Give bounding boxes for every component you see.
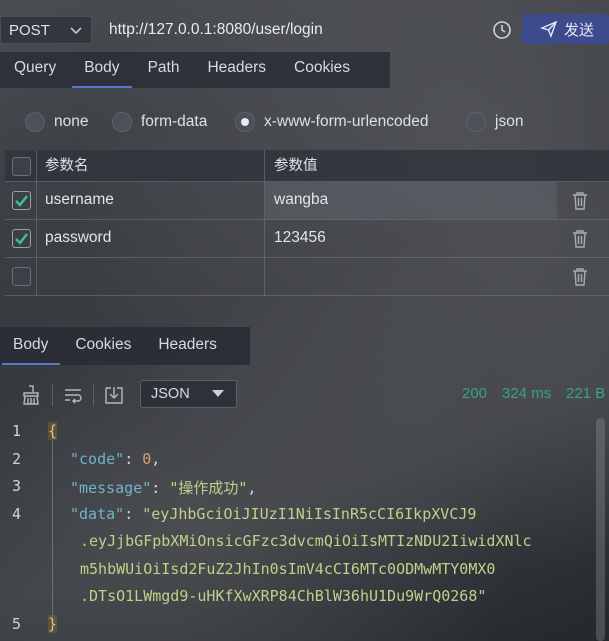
clock-icon[interactable] — [492, 20, 512, 40]
response-code-viewer[interactable]: 1 2 3 4 5 { "code": 0, "message": "操作成功"… — [0, 418, 609, 641]
radio-label: form-data — [141, 113, 208, 130]
radio-dot — [466, 112, 486, 132]
format-select[interactable]: JSON — [140, 380, 237, 408]
tab-headers[interactable]: Headers — [193, 52, 280, 88]
response-tab-cookies[interactable]: Cookies — [62, 327, 145, 365]
radio-form-data[interactable]: form-data — [112, 112, 207, 132]
trash-icon[interactable] — [571, 220, 595, 258]
param-name-input[interactable]: password — [37, 220, 265, 258]
trash-icon[interactable] — [571, 258, 595, 296]
request-tabs: Query Body Path Headers Cookies — [0, 52, 390, 88]
param-value-input[interactable]: wangba — [265, 182, 557, 220]
response-tab-headers[interactable]: Headers — [145, 327, 231, 365]
param-value-input[interactable]: 123456 — [265, 220, 557, 258]
body-type-group: none form-data x-www-form-urlencoded jso… — [0, 108, 609, 138]
json-value: 0 — [142, 450, 152, 468]
line-number: 3 — [12, 477, 22, 495]
row-checkbox[interactable] — [12, 229, 31, 248]
json-value: "eyJhbGciOiJIUzI1NiIsInR5cCI6IkpXVCJ9 — [142, 505, 477, 523]
radio-label: none — [54, 113, 89, 130]
response-tab-body[interactable]: Body — [0, 327, 62, 365]
json-open-brace: { — [48, 422, 58, 440]
json-key: "code" — [70, 450, 125, 468]
radio-json[interactable]: json — [466, 112, 523, 132]
response-toolbar: JSON 200 324 ms 221 B — [0, 378, 609, 410]
radio-none[interactable]: none — [25, 112, 88, 132]
tab-path[interactable]: Path — [134, 52, 194, 88]
row-checkbox[interactable] — [12, 267, 31, 286]
radio-dot — [25, 112, 45, 132]
json-key: "message" — [70, 479, 152, 497]
json-value-continued: m5hbWUiOiIsd2FuZ2JhIn0sImV4cCI6MTc0ODMwM… — [80, 560, 496, 578]
table-row — [5, 258, 609, 296]
download-icon[interactable] — [103, 384, 125, 406]
chevron-down-icon — [212, 390, 224, 397]
method-value: POST — [9, 21, 50, 39]
line-number: 4 — [12, 505, 22, 523]
param-name-input[interactable]: username — [37, 182, 265, 220]
radio-label: x-www-form-urlencoded — [264, 113, 429, 130]
json-key: "data" — [70, 505, 125, 523]
method-select[interactable]: POST — [0, 16, 92, 44]
json-close-brace: } — [48, 615, 58, 633]
indent-guide — [52, 440, 53, 630]
send-label: 发送 — [564, 21, 595, 39]
select-all-checkbox[interactable] — [12, 157, 31, 176]
json-value-continued: .DTsO1LWmgd9-uHKfXwXRP84ChBlW36hU1Du9WrQ… — [80, 587, 487, 605]
radio-dot — [112, 112, 132, 132]
vertical-scrollbar[interactable] — [596, 418, 605, 641]
params-table: 参数名 参数值 username wangba password 123456 — [5, 150, 609, 296]
radio-label: json — [495, 113, 524, 130]
status-code: 200 — [462, 385, 488, 402]
tab-body[interactable]: Body — [70, 52, 133, 88]
check-icon — [15, 195, 28, 207]
params-header-row: 参数名 参数值 — [5, 150, 609, 182]
json-value: "操作成功" — [169, 479, 248, 497]
broom-icon[interactable] — [20, 384, 42, 406]
format-value: JSON — [151, 386, 190, 402]
chevron-down-icon — [69, 23, 83, 40]
table-row: password 123456 — [5, 220, 609, 258]
line-number: 1 — [12, 422, 22, 440]
url-input[interactable]: http://127.0.0.1:8080/user/login — [109, 21, 323, 39]
trash-icon[interactable] — [571, 182, 595, 220]
radio-dot-selected — [235, 112, 255, 132]
response-size: 221 B — [566, 385, 606, 402]
line-number: 2 — [12, 450, 22, 468]
row-checkbox[interactable] — [12, 191, 31, 210]
wrap-icon[interactable] — [62, 384, 84, 406]
check-icon — [15, 233, 28, 245]
param-name-header: 参数名 — [37, 150, 265, 182]
param-name-input[interactable] — [37, 258, 265, 296]
send-icon — [540, 20, 558, 38]
request-bar: POST http://127.0.0.1:8080/user/login 发送 — [0, 14, 609, 46]
radio-x-www-form-urlencoded[interactable]: x-www-form-urlencoded — [235, 112, 429, 132]
json-value-continued: .eyJjbGFpbXMiOnsicGFzc3dvcmQiOiIsMTIzNDU… — [80, 532, 532, 550]
tab-cookies[interactable]: Cookies — [280, 52, 364, 88]
response-tabs: Body Cookies Headers — [0, 327, 250, 365]
tab-query[interactable]: Query — [0, 52, 70, 88]
response-time: 324 ms — [502, 385, 552, 402]
toolbar-divider — [93, 384, 94, 406]
table-row: username wangba — [5, 182, 609, 220]
send-button[interactable]: 发送 — [522, 14, 609, 44]
toolbar-divider — [52, 384, 53, 406]
line-number: 5 — [12, 615, 22, 633]
param-value-input[interactable] — [265, 258, 557, 296]
